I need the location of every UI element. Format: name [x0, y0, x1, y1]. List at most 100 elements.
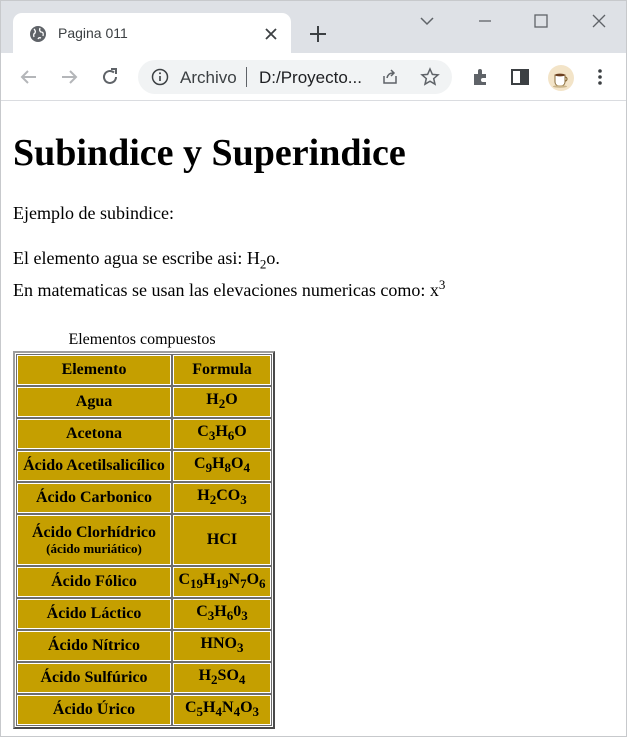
element-cell: Ácido Láctico	[16, 598, 172, 630]
formula-symbol: H	[198, 667, 212, 685]
reload-icon[interactable]	[99, 66, 121, 88]
element-name: Ácido Carbonico	[36, 489, 152, 506]
side-panel-icon[interactable]	[509, 66, 531, 88]
omnibox-divider	[246, 67, 247, 87]
formula-cell: H2O	[172, 386, 272, 418]
formula-subscript: 19	[215, 576, 229, 592]
formula-cell: C5H4N4O3	[172, 694, 272, 726]
table-row: Ácido Nítrico HNO3	[16, 630, 272, 662]
formula-cell: C19H19N7O6	[172, 566, 272, 598]
globe-icon	[30, 26, 46, 42]
minimize-icon[interactable]	[475, 11, 495, 31]
formula-symbol: CO	[216, 487, 241, 505]
info-icon[interactable]	[151, 68, 169, 86]
element-cell: Ácido Nítrico	[16, 630, 172, 662]
example-label: Ejemplo de subindice:	[13, 203, 174, 223]
formula-symbol: H	[212, 455, 225, 473]
formula-cell: C3H603	[172, 598, 272, 630]
table-row: Ácido Úrico C5H4N4O3	[16, 694, 272, 726]
formula-subscript: 3	[236, 640, 244, 656]
water-text: El elemento agua se escribe asi: H	[13, 248, 260, 268]
formula-symbol: C	[197, 423, 209, 441]
compounds-table: Elemento Formula Agua H2O Acetona C3H6O Ácid…	[13, 351, 275, 729]
page-content: Subindice y Superindice Ejemplo de subin…	[1, 101, 626, 736]
element-name: Ácido Clorhídrico	[32, 524, 156, 541]
more-menu-icon[interactable]	[589, 66, 611, 88]
element-name: Ácido Úrico	[52, 701, 136, 718]
element-cell: Ácido Acetilsalicílico	[16, 450, 172, 482]
close-window-icon[interactable]	[589, 11, 609, 31]
element-name: Ácido Acetilsalicílico	[23, 457, 165, 474]
water-suffix: o.	[266, 248, 280, 268]
scheme-label: Archivo	[180, 68, 237, 87]
element-name: Ácido Sulfúrico	[40, 669, 148, 686]
formula-symbol: HCI	[206, 531, 238, 548]
profile-avatar[interactable]	[548, 65, 574, 91]
element-cell: Ácido Clorhídrico (ácido muriático)	[16, 514, 172, 566]
formula-symbol: C	[184, 699, 197, 717]
tab-title: Pagina 011	[58, 25, 128, 41]
formula-cell: HNO3	[172, 630, 272, 662]
formula-subscript: 19	[190, 576, 204, 592]
element-name: Ácido Fólico	[51, 573, 137, 590]
tab-strip: Pagina 011	[1, 1, 626, 53]
formula-symbol: O	[231, 455, 244, 473]
element-cell: Ácido Sulfúrico	[16, 662, 172, 694]
header-element: Elemento	[16, 354, 172, 386]
formula-symbol: O	[225, 391, 238, 409]
back-arrow-icon[interactable]	[18, 66, 40, 88]
table-row: Ácido Láctico C3H603	[16, 598, 272, 630]
header-formula: Formula	[172, 354, 272, 386]
element-cell: Ácido Úrico	[16, 694, 172, 726]
maximize-icon[interactable]	[531, 11, 551, 31]
formula-subscript: 4	[238, 672, 246, 688]
element-name: Ácido Nítrico	[48, 637, 140, 654]
tab-pagina-011[interactable]: Pagina 011	[13, 13, 291, 53]
page-title: Subindice y Superindice	[13, 132, 406, 174]
formula-subscript: 3	[241, 608, 248, 624]
math-text: En matematicas se usan las elevaciones n…	[13, 280, 439, 300]
formula-symbol: H	[203, 699, 216, 717]
chevron-down-icon[interactable]	[417, 11, 437, 31]
formula-symbol: O	[246, 571, 260, 589]
math-sentence: En matematicas se usan las elevaciones n…	[13, 277, 445, 301]
formula-subscript: 4	[243, 460, 250, 476]
formula-subscript: 6	[259, 576, 266, 592]
formula-cell: H2CO3	[172, 482, 272, 514]
formula-symbol: C	[178, 571, 191, 589]
formula-symbol: C	[194, 455, 206, 473]
formula-symbol: H	[215, 423, 228, 441]
formula-cell: HCI	[172, 514, 272, 566]
formula-symbol: H	[214, 603, 227, 621]
math-superscript: 3	[438, 277, 446, 292]
formula-subscript: 3	[252, 704, 260, 720]
table-row: Ácido Sulfúrico H2SO4	[16, 662, 272, 694]
element-name: Ácido Láctico	[46, 605, 142, 622]
formula-cell: C9H8O4	[172, 450, 272, 482]
address-bar[interactable]: Archivo D:/Proyecto...	[138, 60, 452, 94]
extensions-puzzle-icon[interactable]	[470, 66, 492, 88]
share-icon[interactable]	[380, 67, 400, 87]
formula-symbol: HNO	[200, 635, 237, 653]
formula-subscript: 3	[240, 492, 247, 508]
table-row: Ácido Carbonico H2CO3	[16, 482, 272, 514]
formula-symbol: H	[203, 571, 216, 589]
formula-symbol: O	[240, 699, 253, 717]
browser-window: Pagina 011 Archivo D:/Proyecto... Subind…	[0, 0, 627, 737]
browser-toolbar: Archivo D:/Proyecto...	[1, 53, 626, 101]
formula-cell: H2SO4	[172, 662, 272, 694]
element-cell: Ácido Fólico	[16, 566, 172, 598]
new-tab-icon[interactable]	[307, 23, 329, 45]
formula-symbol: N	[228, 571, 241, 589]
forward-arrow-icon[interactable]	[58, 66, 80, 88]
table-row: Ácido Acetilsalicílico C9H8O4	[16, 450, 272, 482]
bookmark-star-icon[interactable]	[420, 67, 440, 87]
coffee-cup-icon	[553, 73, 568, 88]
element-note: (ácido muriático)	[46, 541, 142, 556]
close-tab-icon[interactable]	[262, 25, 280, 43]
url-text[interactable]: D:/Proyecto...	[259, 68, 362, 88]
water-sentence: El elemento agua se escribe asi: H2o.	[13, 248, 280, 273]
element-cell: Acetona	[16, 418, 172, 450]
formula-symbol: O	[234, 423, 247, 441]
table-row: Ácido Fólico C19H19N7O6	[16, 566, 272, 598]
